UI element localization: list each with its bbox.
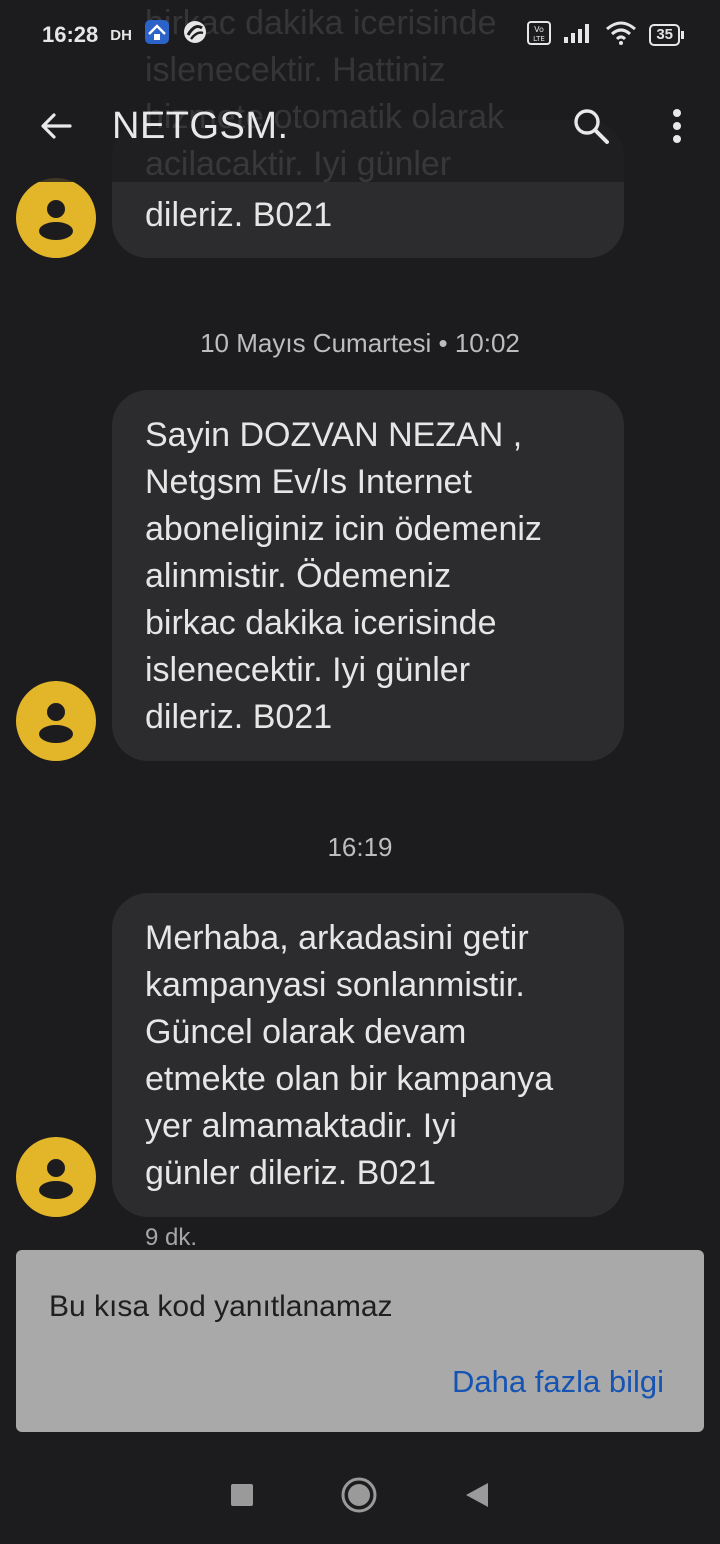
conversation-title: NETGSM. xyxy=(112,104,289,147)
carrier-tag: DH xyxy=(110,26,132,44)
home-network-icon xyxy=(144,19,170,51)
banner-text: Bu kısa kod yanıtlanamaz xyxy=(49,1290,393,1323)
person-icon xyxy=(39,703,73,743)
cannot-reply-banner: Bu kısa kod yanıtlanamaz Daha fazla bilg… xyxy=(16,1250,704,1432)
message-line: kampanyasi sonlanmistir. xyxy=(145,966,525,1004)
message-line: Güncel olarak devam xyxy=(145,1013,467,1051)
more-options-button[interactable] xyxy=(634,70,720,182)
message-text: dileriz. B021 xyxy=(145,196,333,234)
search-button[interactable] xyxy=(548,70,634,182)
signal-icon xyxy=(563,22,593,49)
person-icon xyxy=(39,200,73,240)
message-line: alinmistir. Ödemeniz xyxy=(145,557,452,595)
message-line: islenecektir. Iyi günler xyxy=(145,651,471,689)
contact-avatar[interactable] xyxy=(16,681,96,761)
message-line: dileriz. B021 xyxy=(145,698,333,736)
date-separator: 16:19 xyxy=(327,832,393,862)
message-line: Netgsm Ev/Is Internet xyxy=(145,463,472,501)
message-line: etmekte olan bir kampanya xyxy=(145,1060,554,1098)
status-time: 16:28 xyxy=(42,22,99,47)
more-vert-icon xyxy=(673,109,681,143)
person-icon xyxy=(39,1159,73,1199)
message-line: Merhaba, arkadasini getir xyxy=(145,919,529,957)
status-bar: 16:28 DH Vo LTE 35 xyxy=(0,0,720,70)
message-bubble[interactable]: Sayin DOZVAN NEZAN , Netgsm Ev/Is Intern… xyxy=(112,390,624,761)
volte-icon: Vo LTE xyxy=(527,20,552,50)
message-line: Sayin DOZVAN NEZAN , xyxy=(145,416,523,454)
date-separator: 10 Mayıs Cumartesi • 10:02 xyxy=(200,328,520,358)
app-bar: NETGSM. xyxy=(0,70,720,182)
message-line: günler dileriz. B021 xyxy=(145,1154,437,1192)
search-icon xyxy=(574,109,609,144)
message-bubble[interactable]: Merhaba, arkadasini getir kampanyasi son… xyxy=(112,893,624,1217)
message-line: birkac dakika icerisinde xyxy=(145,604,497,642)
wifi-icon xyxy=(605,21,637,50)
turkcell-icon xyxy=(182,19,208,51)
message-line: yer almamaktadir. Iyi xyxy=(145,1107,457,1145)
battery-level: 35 xyxy=(649,24,680,46)
message-line: aboneliginiz icin ödemeniz xyxy=(145,510,542,548)
contact-avatar[interactable] xyxy=(16,1137,96,1217)
svg-text:LTE: LTE xyxy=(533,35,545,43)
contact-avatar[interactable] xyxy=(16,178,96,258)
message-timestamp: 9 dk. xyxy=(145,1224,198,1251)
battery-icon: 35 xyxy=(649,24,684,46)
learn-more-link[interactable]: Daha fazla bilgi xyxy=(452,1364,664,1400)
back-button[interactable] xyxy=(0,70,112,182)
svg-text:Vo: Vo xyxy=(534,25,544,34)
arrow-back-icon xyxy=(41,113,72,139)
